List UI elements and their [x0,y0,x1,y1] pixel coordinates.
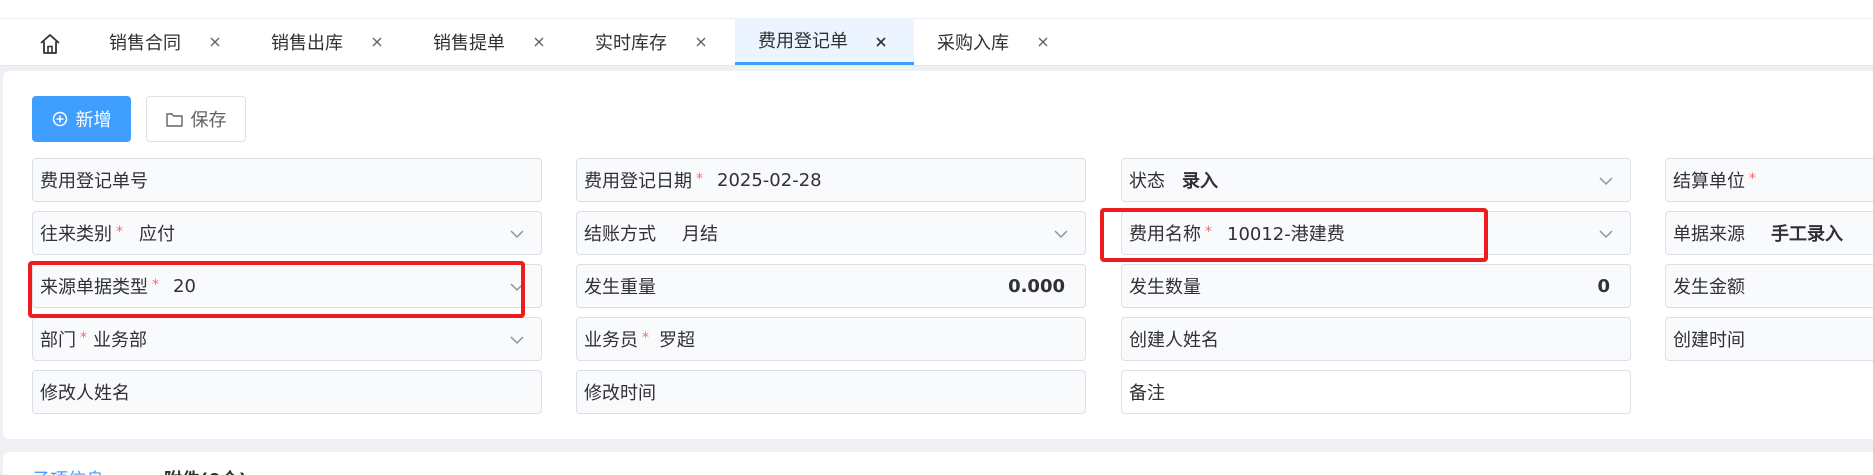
quantity-value: 0 [1597,275,1610,297]
tab-label: 销售合同 [109,32,181,54]
tab-sales-contract[interactable]: 销售合同 [75,18,220,65]
source-doc-type-select[interactable]: 来源单据类型 * 20 [32,264,542,308]
remark-field[interactable]: 备注 [1121,370,1631,414]
quantity-field[interactable]: 发生数量 0 [1121,264,1631,308]
settle-unit-label: 结算单位 [1673,171,1745,192]
tab-expense-registration[interactable]: 费用登记单 [735,18,914,65]
required-mark: * [152,277,159,293]
tab-label: 销售提单 [433,32,505,54]
tab-label: 采购入库 [937,32,1009,54]
chevron-down-icon [1599,177,1613,186]
chevron-down-icon [1599,230,1613,239]
status-select[interactable]: 状态 录入 [1121,158,1631,202]
tab-purchase-inbound[interactable]: 采购入库 [914,18,1048,65]
status-label: 状态 [1129,171,1165,192]
status-value: 录入 [1182,171,1218,192]
expense-date-value: 2025-02-28 [717,169,822,191]
fee-name-label: 费用名称 [1129,224,1201,245]
expense-date-field[interactable]: 费用登记日期 * 2025-02-28 [576,158,1086,202]
add-button-label: 新增 [75,110,112,131]
tab-bar: 销售合同 销售出库 销售提单 实时库存 费用登记单 采购入库 [0,0,1873,66]
chevron-down-icon [510,283,524,292]
party-type-value: 应付 [139,224,175,245]
close-icon [696,37,706,47]
salesman-label: 业务员 [584,330,638,351]
department-value: 业务部 [93,330,147,351]
salesman-value: 罗超 [659,330,695,351]
save-button[interactable]: 保存 [146,96,246,142]
fee-name-select[interactable]: 费用名称 * 10012-港建费 [1121,211,1631,255]
chevron-down-icon [510,336,524,345]
tab-label: 实时库存 [595,32,667,54]
source-doc-type-label: 来源单据类型 [40,277,148,298]
tab-home[interactable] [34,28,66,60]
party-type-select[interactable]: 往来类别 * 应付 [32,211,542,255]
expense-no-field[interactable]: 费用登记单号 [32,158,542,202]
pay-method-value: 月结 [682,224,718,245]
tab-close-button[interactable] [874,35,888,49]
folder-icon [165,112,183,127]
source-doc-type-value: 20 [173,275,196,297]
close-icon [372,37,382,47]
close-icon [210,37,220,47]
weight-field[interactable]: 发生重量 0.000 [576,264,1086,308]
subtab-bar [3,452,1873,475]
creator-label: 创建人姓名 [1129,330,1219,351]
required-mark: * [1749,171,1756,187]
doc-source-label: 单据来源 [1673,224,1745,245]
department-label: 部门 [40,330,76,351]
required-mark: * [1205,224,1212,240]
required-mark: * [642,330,649,346]
home-icon [40,34,60,54]
close-icon [534,37,544,47]
creator-field[interactable]: 创建人姓名 [1121,317,1631,361]
pay-method-select[interactable]: 结账方式 月结 [576,211,1086,255]
close-icon [1038,37,1048,47]
required-mark: * [80,330,87,346]
add-button[interactable]: 新增 [32,96,131,142]
tab-close-button[interactable] [370,35,384,49]
modifier-field[interactable]: 修改人姓名 [32,370,542,414]
subtab-items[interactable]: 子项信息 [32,466,104,475]
tab-close-button[interactable] [208,35,222,49]
weight-value: 0.000 [1008,275,1065,297]
quantity-label: 发生数量 [1129,277,1201,298]
tab-label: 费用登记单 [758,31,848,52]
modifier-label: 修改人姓名 [40,383,130,404]
tab-close-button[interactable] [532,35,546,49]
modified-time-label: 修改时间 [584,383,656,404]
remark-label: 备注 [1129,383,1165,404]
subtab-attachments[interactable]: 附件(0个) [164,466,247,475]
amount-label: 发生金额 [1673,277,1745,298]
tab-realtime-inventory[interactable]: 实时库存 [561,18,706,65]
expense-date-label: 费用登记日期 [584,171,692,192]
party-type-label: 往来类别 [40,224,112,245]
tab-sales-bill[interactable]: 销售提单 [399,18,544,65]
tab-sales-outbound[interactable]: 销售出库 [237,18,382,65]
tab-label: 销售出库 [271,32,343,54]
tab-close-button[interactable] [1036,35,1050,49]
modified-time-field[interactable]: 修改时间 [576,370,1086,414]
chevron-down-icon [1054,230,1068,239]
created-time-label: 创建时间 [1673,330,1745,351]
required-mark: * [116,224,123,240]
doc-source-field[interactable]: 单据来源 手工录入 [1665,211,1873,255]
plus-circle-icon [52,111,67,127]
fee-name-value: 10012-港建费 [1227,224,1345,245]
department-select[interactable]: 部门 * 业务部 [32,317,542,361]
save-button-label: 保存 [190,110,227,131]
weight-label: 发生重量 [584,277,656,298]
close-icon [876,37,886,47]
salesman-field[interactable]: 业务员 * 罗超 [576,317,1086,361]
required-mark: * [696,171,703,187]
amount-field[interactable]: 发生金额 [1665,264,1873,308]
expense-no-label: 费用登记单号 [40,171,148,192]
tab-close-button[interactable] [694,35,708,49]
settle-unit-field[interactable]: 结算单位 * [1665,158,1873,202]
doc-source-value: 手工录入 [1771,224,1843,245]
created-time-field[interactable]: 创建时间 [1665,317,1873,361]
pay-method-label: 结账方式 [584,224,656,245]
chevron-down-icon [510,230,524,239]
app-root: 销售合同 销售出库 销售提单 实时库存 费用登记单 采购入库 新增 保存 费用登… [0,0,1873,475]
